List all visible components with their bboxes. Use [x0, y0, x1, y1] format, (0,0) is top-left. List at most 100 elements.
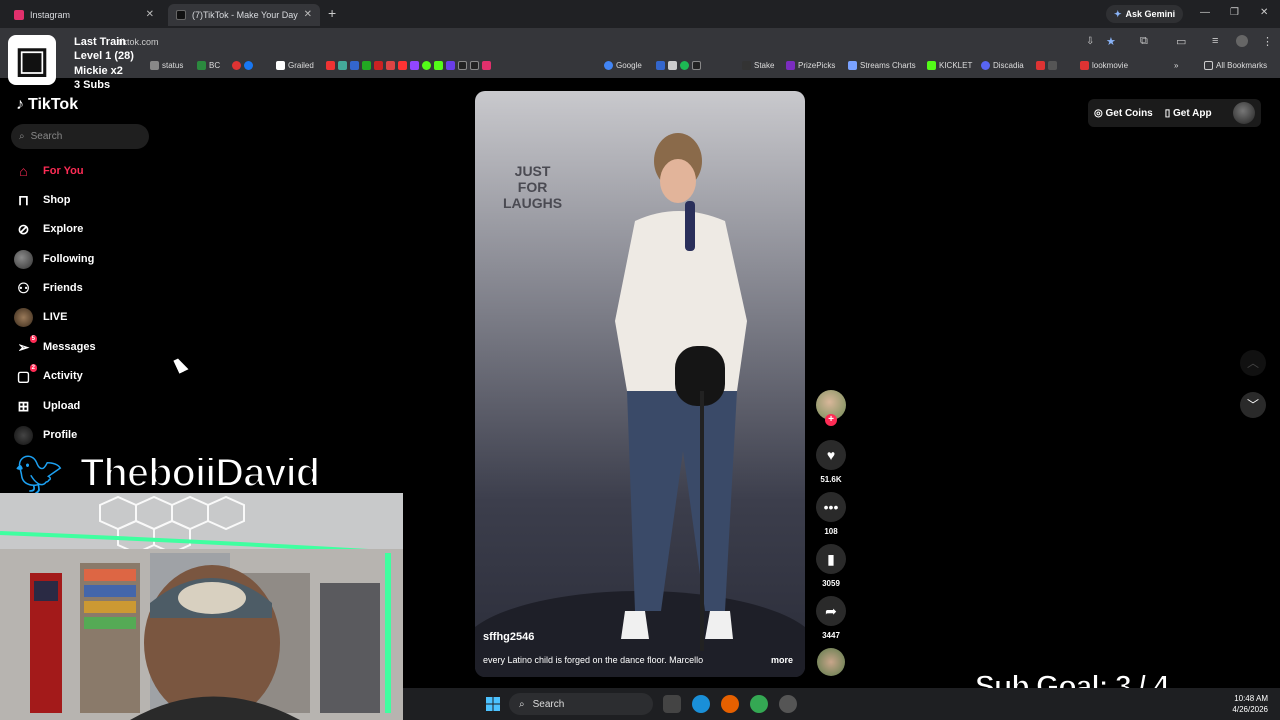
- bookmark-icon[interactable]: ▮: [816, 544, 846, 574]
- compass-icon: ⊘: [17, 220, 30, 237]
- taskbar-clock[interactable]: 10:48 AM 4/26/2026: [1220, 693, 1268, 715]
- bookmark-grailed[interactable]: Grailed: [276, 61, 314, 70]
- video-player[interactable]: JUST FOR LAUGHS sffhg2546 every Latino c…: [475, 91, 805, 677]
- nav-item-profile[interactable]: Profile: [14, 425, 77, 445]
- user-avatar[interactable]: [1233, 102, 1255, 124]
- bookmark-icon: [1048, 61, 1057, 70]
- extensions-icon[interactable]: ⧉: [1140, 35, 1148, 48]
- music-disc-icon[interactable]: [817, 648, 845, 676]
- share-icon[interactable]: ➦: [816, 596, 846, 626]
- tab-tiktok[interactable]: (7)TikTok - Make Your Day ✕: [168, 4, 320, 26]
- close-tab-icon[interactable]: ✕: [146, 9, 154, 20]
- live-avatar: [14, 307, 33, 327]
- heart-icon[interactable]: ♥: [816, 440, 846, 470]
- follow-plus-icon[interactable]: +: [825, 414, 837, 426]
- nav-item-for-you[interactable]: ⌂ For You: [14, 161, 83, 181]
- new-tab-button[interactable]: +: [328, 5, 336, 21]
- bookmark-label: status: [162, 61, 184, 70]
- bookmark-icons-row-2[interactable]: [656, 61, 701, 70]
- activity-icon: ▢ 2: [16, 363, 37, 384]
- bookmark-icon: [1036, 61, 1045, 70]
- search-icon: ⌕: [19, 131, 25, 142]
- comment-icon[interactable]: •••: [816, 492, 846, 522]
- bookmark-prizepicks[interactable]: PrizePicks: [786, 61, 835, 70]
- next-video-button[interactable]: ﹀: [1240, 392, 1266, 418]
- profile-avatar: [14, 425, 33, 445]
- video-username[interactable]: sffhg2546: [483, 631, 534, 643]
- bookmark-misc[interactable]: [232, 61, 253, 70]
- following-avatar: [14, 249, 33, 269]
- tab-label: Instagram: [30, 10, 71, 20]
- bookmark-lookmovie[interactable]: lookmovie: [1080, 61, 1128, 70]
- save-action[interactable]: ▮ 3059: [816, 544, 846, 588]
- bookmark-icon: [232, 61, 241, 70]
- get-app-button[interactable]: ▯ Get App: [1165, 108, 1212, 119]
- bookmark-icon: [668, 61, 677, 70]
- taskbar-search[interactable]: ⌕ Search: [509, 693, 653, 715]
- bookmark-kicklet[interactable]: KICKLET: [927, 61, 972, 70]
- bookmark-status[interactable]: status: [150, 61, 183, 70]
- nav-item-friends[interactable]: ⚇ Friends: [14, 278, 83, 298]
- bookmark-icon: [398, 61, 407, 70]
- ask-gemini-button[interactable]: ✦ Ask Gemini: [1106, 5, 1184, 23]
- phone-icon: ▯: [1164, 107, 1174, 119]
- bookmarks-overflow-icon[interactable]: »: [1174, 61, 1178, 70]
- nav-item-upload[interactable]: ⊞ Upload: [14, 396, 81, 416]
- comment-action[interactable]: ••• 108: [816, 492, 846, 536]
- bookmark-label: PrizePicks: [798, 61, 836, 70]
- chrome-icon[interactable]: [750, 695, 768, 713]
- tabsearch-icon[interactable]: ≡: [1212, 35, 1218, 47]
- ask-gemini-label: Ask Gemini: [1125, 9, 1176, 19]
- coin-icon: ◎: [1094, 107, 1106, 119]
- close-window-button[interactable]: ✕: [1260, 7, 1268, 18]
- instagram-icon: [14, 10, 24, 20]
- train-subs: 3 Subs: [74, 79, 111, 91]
- bookmark-bc[interactable]: BC: [197, 61, 220, 70]
- nav-item-shop[interactable]: ⊓ Shop: [14, 190, 71, 210]
- share-action[interactable]: ➦ 3447: [816, 596, 846, 640]
- caption-more-link[interactable]: more: [771, 655, 793, 665]
- nav-item-messages[interactable]: ➢ 5 Messages: [14, 334, 96, 357]
- minimize-button[interactable]: —: [1200, 7, 1210, 18]
- firefox-icon[interactable]: [721, 695, 739, 713]
- get-coins-button[interactable]: ◎ Get Coins: [1094, 108, 1153, 119]
- bookmark-icons-row[interactable]: [326, 61, 491, 70]
- edge-icon[interactable]: [692, 695, 710, 713]
- bookmark-discadia[interactable]: Discadia: [981, 61, 1024, 70]
- twitter-handle: TheboiiDavid: [79, 450, 321, 496]
- obs-icon[interactable]: [779, 695, 797, 713]
- profile-avatar[interactable]: [1236, 35, 1248, 47]
- all-bookmarks-folder[interactable]: All Bookmarks: [1204, 61, 1267, 70]
- menu-icon[interactable]: ⋮: [1262, 35, 1273, 48]
- install-icon[interactable]: ⇩: [1086, 36, 1094, 47]
- bookmark-icons-row-3[interactable]: [1036, 61, 1057, 70]
- nav-item-live[interactable]: LIVE: [14, 307, 67, 327]
- bookmark-icon: [374, 61, 383, 70]
- previous-video-button[interactable]: ︿: [1240, 350, 1266, 376]
- bookmark-icon: [434, 61, 443, 70]
- bookmark-icon: [350, 61, 359, 70]
- like-action[interactable]: ♥ 51.6K: [816, 440, 846, 484]
- bookmark-icon: [338, 61, 347, 70]
- sidepanel-icon[interactable]: ▭: [1176, 35, 1186, 48]
- bookmark-icon: [680, 61, 689, 70]
- file-explorer-icon[interactable]: [663, 695, 681, 713]
- windows-start-icon[interactable]: [486, 697, 500, 711]
- nav-label: Shop: [43, 194, 71, 206]
- like-count: 51.6K: [820, 475, 842, 484]
- bookmark-stake[interactable]: Stake: [742, 61, 774, 70]
- nav-item-following[interactable]: Following: [14, 249, 94, 269]
- nav-item-activity[interactable]: ▢ 2 Activity: [14, 363, 83, 386]
- bookmark-label: Grailed: [288, 61, 314, 70]
- search-input[interactable]: ⌕ Search: [11, 124, 149, 149]
- bookmark-streams-charts[interactable]: Streams Charts: [848, 61, 916, 70]
- tab-instagram[interactable]: Instagram ✕: [6, 4, 162, 26]
- maximize-button[interactable]: ❐: [1230, 7, 1239, 18]
- star-icon[interactable]: ★: [1106, 35, 1116, 48]
- plus-square-icon: ⊞: [17, 397, 30, 414]
- nav-item-explore[interactable]: ⊘ Explore: [14, 219, 84, 239]
- bookmark-google[interactable]: Google: [604, 61, 642, 70]
- bookmark-icon: [244, 61, 253, 70]
- close-tab-icon[interactable]: ✕: [304, 9, 312, 20]
- tiktok-logo[interactable]: ♪ TikTok: [16, 96, 78, 114]
